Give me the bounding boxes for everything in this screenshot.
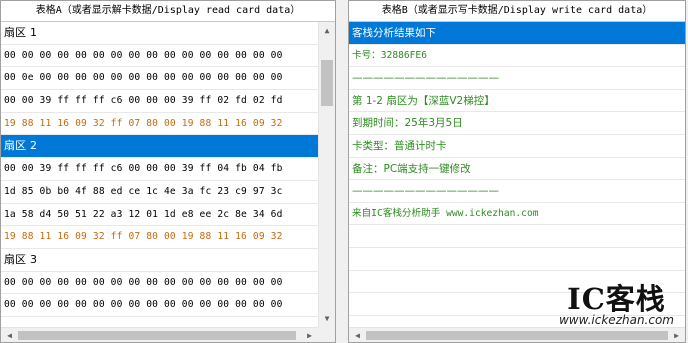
scroll-left-icon[interactable]: ◀ [1,328,18,342]
data-block-row[interactable]: 00 00 39 ff ff ff c6 00 00 00 39 ff 04 f… [1,158,318,181]
result-row[interactable] [349,225,685,248]
watermark-logo: IC客栈 www.ickezhan.com [559,284,674,326]
sector-header-row[interactable]: 扇区 3 [1,249,318,272]
key-block-row[interactable]: 19 88 11 16 09 32 ff 07 80 00 19 88 11 1… [1,113,318,136]
scrollbar-corner [318,327,335,342]
result-row[interactable]: —————————————— [349,67,685,90]
table-a-panel: 表格A（或者显示解卡数据/Display read card data） 扇区 … [0,0,336,343]
data-block-row[interactable]: 1a 58 d4 50 51 22 a3 12 01 1d e8 ee 2c 8… [1,204,318,227]
result-row[interactable]: 备注：PC端支持一键修改 [349,158,685,181]
table-a-vertical-scroll-thumb[interactable] [321,60,333,106]
scroll-down-icon[interactable]: ▼ [319,310,335,327]
table-a-header: 表格A（或者显示解卡数据/Display read card data） [1,1,335,22]
data-block-row[interactable]: 00 00 00 00 00 00 00 00 00 00 00 00 00 0… [1,272,318,295]
result-row[interactable]: 到期时间：25年3月5日 [349,112,685,135]
table-b-header: 表格B（或者显示写卡数据/Display write card data） [349,1,685,22]
data-block-row[interactable]: 00 00 39 ff ff ff c6 00 00 00 39 ff 02 f… [1,90,318,113]
result-row[interactable]: 卡号：32886FE6 [349,45,685,68]
data-block-row[interactable]: 1d 85 0b b0 4f 88 ed ce 1c 4e 3a fc 23 c… [1,181,318,204]
table-a-list[interactable]: 扇区 1 00 00 00 00 00 00 00 00 00 00 00 00 … [1,22,318,327]
result-row[interactable]: 来自IC客栈分析助手 www.ickezhan.com [349,203,685,226]
scroll-up-icon[interactable]: ▲ [319,22,335,39]
table-a-vertical-scrollbar[interactable]: ▲ ▼ [318,22,335,327]
key-block-row[interactable]: 19 88 11 16 09 32 ff 07 80 00 19 88 11 1… [1,226,318,249]
data-block-row[interactable]: 00 0e 00 00 00 00 00 00 00 00 00 00 00 0… [1,67,318,91]
sector-header-row[interactable]: 扇区 1 [1,22,318,45]
watermark-logo-text: IC客栈 [567,282,666,316]
table-a-horizontal-scroll-thumb[interactable] [18,331,296,340]
table-b-horizontal-scrollbar[interactable]: ◀ ▶ [349,327,685,342]
result-title-row-selected[interactable]: 客栈分析结果如下 [349,22,685,45]
data-block-row[interactable]: 00 00 00 00 00 00 00 00 00 00 00 00 00 0… [1,45,318,68]
scroll-right-icon[interactable]: ▶ [301,328,318,342]
scroll-right-icon[interactable]: ▶ [668,328,685,342]
result-row[interactable]: —————————————— [349,180,685,203]
result-row[interactable] [349,248,685,271]
table-b-horizontal-scroll-thumb[interactable] [366,331,668,340]
watermark-url: www.ickezhan.com [558,313,674,327]
scroll-left-icon[interactable]: ◀ [349,328,366,342]
sector-header-row-selected[interactable]: 扇区 2 [1,135,318,159]
result-row[interactable]: 第 1-2 扇区为【深蓝V2梯控】 [349,90,685,113]
data-block-row[interactable]: 00 00 00 00 00 00 00 00 00 00 00 00 00 0… [1,294,318,317]
result-row[interactable]: 卡类型：普通计时卡 [349,135,685,158]
table-a-horizontal-scrollbar[interactable]: ◀ ▶ [1,327,335,342]
